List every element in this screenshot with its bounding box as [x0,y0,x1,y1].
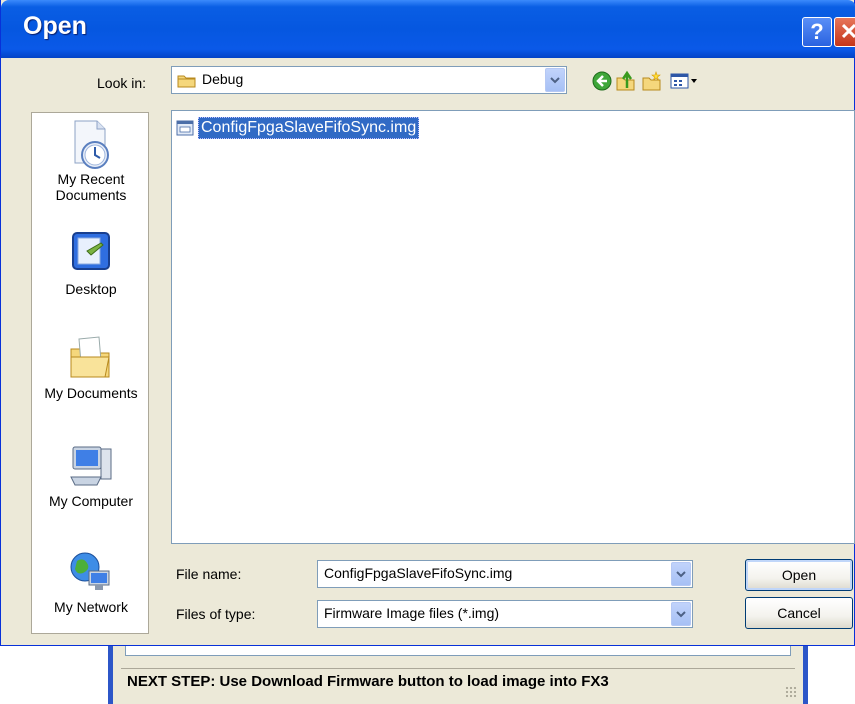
places-bar: My Recent Documents Desktop My Documents [31,112,149,634]
file-name-label: File name: [176,566,242,582]
file-name-text: ConfigFpgaSlaveFifoSync.img [198,117,420,139]
place-label-line1: My Network [54,599,128,615]
place-my-documents[interactable]: My Documents [32,333,150,401]
resize-grip-icon[interactable] [785,686,797,698]
list-item[interactable]: ConfigFpgaSlaveFifoSync.img [176,117,420,139]
open-dialog: Open ? ✕ Look in: Debug My Recent Docume… [0,0,855,646]
desktop-icon [67,229,115,277]
place-my-recent-documents[interactable]: My Recent Documents [32,119,150,203]
file-name-input[interactable]: ConfigFpgaSlaveFifoSync.img [317,560,693,588]
chevron-down-icon[interactable] [671,562,691,586]
place-desktop[interactable]: Desktop [32,229,150,297]
open-button[interactable]: Open [745,559,853,591]
file-list[interactable]: ConfigFpgaSlaveFifoSync.img [171,110,855,544]
screen: NEXT STEP: Use Download Firmware button … [0,0,855,704]
look-in-combo[interactable]: Debug [171,66,567,94]
file-type-select[interactable]: Firmware Image files (*.img) [317,600,693,628]
help-button[interactable]: ? [802,17,832,47]
image-file-icon [176,120,194,136]
look-in-value: Debug [202,71,244,87]
look-in-label: Look in: [97,75,147,91]
views-menu-icon[interactable] [669,70,701,92]
place-label-line2: Documents [55,187,127,203]
cancel-button[interactable]: Cancel [745,597,853,629]
place-my-computer[interactable]: My Computer [32,441,150,509]
back-icon[interactable] [591,70,613,92]
up-folder-icon[interactable] [615,70,637,92]
title-bar[interactable]: Open ? ✕ [1,0,855,58]
place-label-line1: My Computer [48,493,134,509]
file-type-label: Files of type: [176,606,256,622]
dialog-title: Open [23,12,87,40]
close-button[interactable]: ✕ [834,17,855,47]
status-text: NEXT STEP: Use Download Firmware button … [127,673,609,690]
place-label-line1: My Documents [44,385,138,401]
file-name-value: ConfigFpgaSlaveFifoSync.img [324,565,513,581]
file-type-value: Firmware Image files (*.img) [324,605,500,621]
my-computer-icon [67,441,115,489]
background-status-bar: NEXT STEP: Use Download Firmware button … [121,668,795,694]
my-network-icon [67,547,115,595]
my-documents-icon [67,333,115,381]
place-label-line1: Desktop [65,281,117,297]
my-recent-documents-icon [67,119,115,169]
new-folder-icon[interactable] [641,70,663,92]
chevron-down-icon[interactable] [545,68,565,92]
place-my-network[interactable]: My Network [32,547,150,615]
place-label-line1: My Recent [57,171,125,187]
chevron-down-icon[interactable] [671,602,691,626]
folder-icon [177,75,196,88]
